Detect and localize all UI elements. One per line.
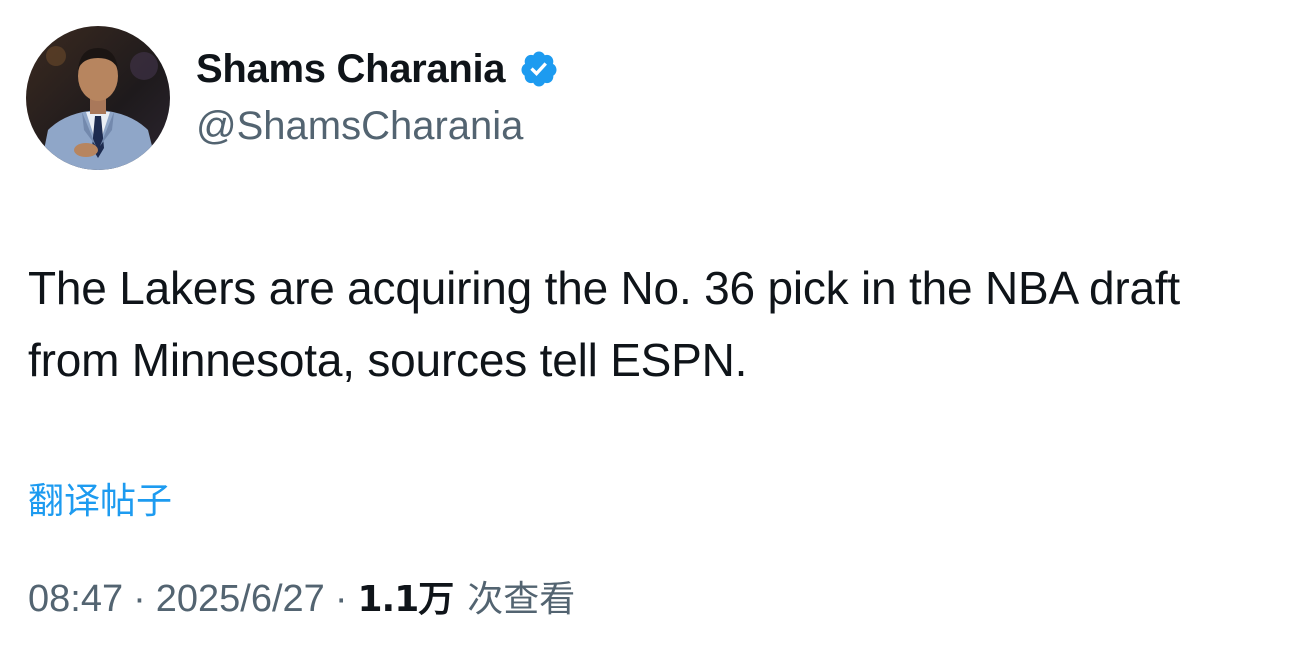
handle[interactable]: @ShamsCharania [196,104,559,149]
separator: · [334,578,348,620]
name-row: Shams Charania [196,42,559,96]
display-name[interactable]: Shams Charania [196,47,506,92]
tweet-text: The Lakers are acquiring the No. 36 pick… [28,262,1181,386]
translate-post-link[interactable]: 翻译帖子 [28,472,172,524]
views-count[interactable]: 1.1万 [357,570,454,622]
avatar-photo [26,26,170,170]
tweet-date[interactable]: 2025/6/27 [156,578,325,621]
tweet-card: Shams Charania @ShamsCharania The Lakers… [0,0,1290,662]
tweet-time[interactable]: 08:47 [28,578,123,621]
verified-badge-icon[interactable] [519,49,559,89]
author-block: Shams Charania @ShamsCharania [196,42,559,149]
views-label: 次查看 [467,579,576,620]
avatar[interactable] [26,26,170,170]
separator: · [133,578,146,620]
tweet-meta: 08:47 · 2025/6/27 · 1.1万 次查看 [28,570,575,622]
